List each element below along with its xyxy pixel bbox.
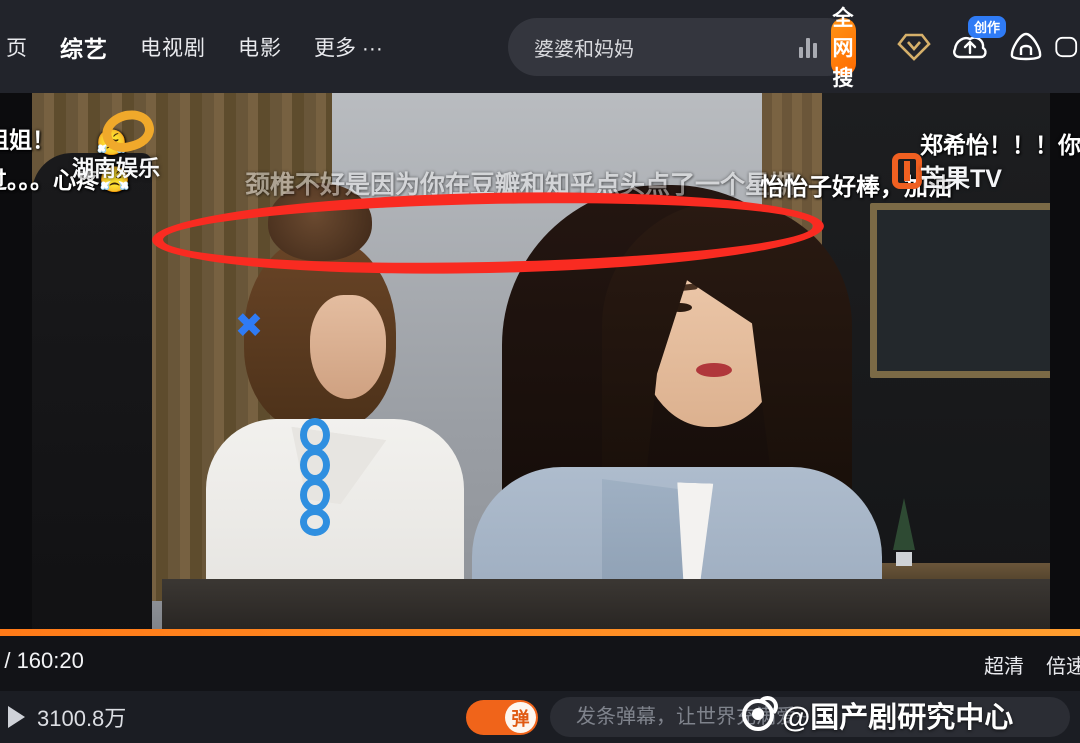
search-input[interactable] bbox=[508, 35, 799, 59]
weibo-icon bbox=[742, 696, 778, 731]
bar-chart-icon[interactable] bbox=[799, 36, 817, 58]
nav-item-tv-series[interactable]: 电视剧 bbox=[124, 32, 222, 62]
upload-cloud-icon[interactable]: 创作 bbox=[942, 16, 1007, 74]
nav-item-home[interactable]: 页 bbox=[0, 32, 44, 62]
search-box[interactable]: 全网搜 bbox=[508, 7, 856, 90]
nav-item-variety[interactable]: 综艺 bbox=[44, 30, 124, 64]
play-triangle-icon bbox=[8, 706, 25, 728]
hunan-entertainment-watermark: 湖南娱乐 bbox=[72, 104, 161, 183]
top-navigation-bar: 页 综艺 电视剧 电影 更多 ··· 全网搜 创作 bbox=[0, 0, 1080, 93]
player-right-controls: 超清 倍速 bbox=[984, 650, 1080, 679]
hunan-watermark-text: 湖南娱乐 bbox=[72, 156, 161, 181]
nav-item-movies[interactable]: 电影 bbox=[222, 32, 298, 62]
view-count-group: 3100.8万 bbox=[8, 701, 126, 733]
danmaku-toggle-knob[interactable]: 弹 bbox=[505, 702, 536, 733]
progress-bar-track[interactable] bbox=[0, 629, 1080, 636]
nav-icon-group: 创作 bbox=[886, 16, 1080, 74]
danmaku-comment: 郑希怡！！！你是最棒的 bbox=[920, 132, 1080, 158]
home-icon[interactable] bbox=[998, 20, 1054, 74]
search-button[interactable]: 全网搜 bbox=[831, 7, 856, 90]
weibo-watermark: @国产剧研究中心 bbox=[742, 694, 1013, 736]
video-player-page: 页 综艺 电视剧 电影 更多 ··· 全网搜 创作 bbox=[0, 0, 1080, 743]
vip-diamond-icon[interactable] bbox=[886, 20, 942, 74]
danmaku-comment: 姐姐！ bbox=[0, 127, 55, 153]
quality-selector[interactable]: 超清 bbox=[984, 650, 1024, 679]
video-surface[interactable]: ✖ 姐！ 。。。心疼😤 😤 颈椎不好是因为你在豆瓣和知乎点头点了一个星期 郑希怡… bbox=[0, 93, 1080, 649]
weibo-handle: @国产剧研究中心 bbox=[782, 702, 1014, 734]
message-icon[interactable] bbox=[1054, 20, 1080, 74]
nav-item-more[interactable]: 更多 ··· bbox=[298, 32, 393, 62]
mango-logo-icon bbox=[892, 153, 922, 189]
nav-links: 页 综艺 电视剧 电影 更多 ··· bbox=[0, 30, 393, 64]
speed-selector[interactable]: 倍速 bbox=[1046, 650, 1080, 679]
mango-watermark-text: 芒果TV bbox=[920, 165, 1002, 193]
time-display: 6 / 160:20 bbox=[0, 648, 84, 673]
player-control-bar: 6 / 160:20 超清 倍速 bbox=[0, 636, 1080, 691]
danmaku-toggle[interactable]: 弹 bbox=[466, 700, 538, 735]
progress-bar-fill bbox=[0, 629, 1080, 636]
view-count: 3100.8万 bbox=[37, 706, 127, 731]
